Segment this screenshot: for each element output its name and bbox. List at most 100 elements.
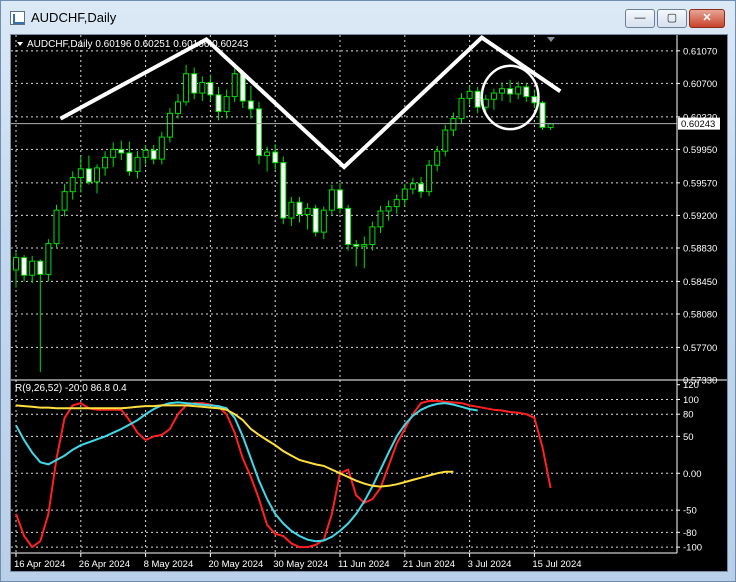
price-tick-label: 0.58450: [683, 277, 717, 288]
candle-body: [442, 129, 449, 152]
candle-body: [53, 209, 60, 245]
date-tick-label: 30 May 2024: [273, 559, 328, 570]
candle-body: [328, 189, 335, 211]
candle-body: [215, 94, 222, 113]
candle-body: [272, 151, 279, 164]
candle-body: [312, 207, 319, 233]
date-tick-label: 20 May 2024: [208, 559, 263, 570]
candle-body: [199, 82, 206, 94]
indicator-tick-label: 100: [683, 395, 699, 406]
shift-marker-icon[interactable]: [547, 37, 555, 42]
candle-body: [547, 123, 554, 128]
candle-body: [288, 201, 295, 219]
candle-body: [353, 243, 360, 247]
indicator-line: [15, 399, 552, 549]
indicator-tick-label: 50: [683, 432, 694, 443]
candle-body: [345, 207, 352, 245]
price-tick-label: 0.59570: [683, 178, 717, 189]
price-tick-label: 0.57700: [683, 343, 717, 354]
date-tick-label: 26 Apr 2024: [79, 559, 130, 570]
minimize-button[interactable]: —: [625, 9, 655, 28]
indicator-tick-label: -80: [683, 528, 697, 539]
price-tick-label: 0.61070: [683, 46, 717, 57]
collapse-triangle-icon[interactable]: [17, 42, 23, 46]
candle-body: [499, 88, 505, 94]
candle-body: [29, 260, 36, 276]
candle-body: [490, 92, 497, 100]
candle-body: [166, 112, 173, 138]
candle-body: [523, 86, 530, 98]
candle-body: [474, 90, 481, 108]
indicator-tick-label: -50: [683, 506, 697, 517]
chart-window-icon: [10, 11, 25, 25]
chart-window: AUDCHF,Daily — ▢ ✕ 0.610700.607000.60320…: [0, 0, 736, 582]
candle-body: [377, 210, 384, 228]
price-chart[interactable]: 0.610700.607000.603200.599500.595700.592…: [11, 35, 727, 571]
candle-body: [401, 188, 408, 201]
price-tick-label: 0.59200: [683, 211, 717, 222]
candle-body: [264, 151, 271, 157]
indicator-info-line: R(9,26,52) -20.0 86.8 0.4: [15, 383, 127, 394]
candle-body: [134, 156, 141, 172]
price-tick-label: 0.58080: [683, 309, 717, 320]
candle-body: [77, 168, 84, 179]
candle-body: [207, 82, 214, 96]
candle-body: [393, 199, 400, 208]
candle-body: [231, 73, 238, 98]
candle-body: [223, 96, 230, 113]
candle-body: [94, 167, 100, 183]
date-tick-label: 21 Jun 2024: [403, 559, 455, 570]
candle-body: [183, 73, 190, 103]
price-tick-label: 0.60700: [683, 79, 717, 90]
candle-body: [304, 207, 311, 216]
candle-body: [191, 73, 198, 94]
candle-body: [256, 108, 262, 157]
candle-body: [85, 168, 92, 183]
candle-body: [434, 150, 441, 166]
candle-body: [337, 189, 343, 209]
candle-body: [418, 183, 424, 193]
candle-body: [61, 191, 68, 211]
date-tick-label: 8 May 2024: [144, 559, 194, 570]
candle-body: [515, 86, 522, 95]
price-tick-label: 0.58830: [683, 243, 717, 254]
window-title: AUDCHF,Daily: [31, 10, 117, 25]
price-tick-label: 0.59950: [683, 145, 717, 156]
candle-body: [126, 152, 133, 172]
candle-body: [158, 136, 165, 160]
candle-body: [482, 98, 489, 108]
candle-body: [369, 226, 376, 245]
candle-body: [385, 206, 392, 212]
candle-body: [239, 73, 246, 102]
chart-area[interactable]: 0.610700.607000.603200.599500.595700.592…: [10, 34, 728, 572]
date-tick-label: 15 Jul 2024: [532, 559, 581, 570]
candle-body: [507, 88, 514, 95]
maximize-button[interactable]: ▢: [657, 9, 687, 28]
close-button[interactable]: ✕: [689, 9, 725, 28]
candle-body: [361, 243, 368, 247]
candle-body: [466, 90, 473, 99]
price-info-line: AUDCHF,Daily 0.60196 0.60251 0.60166 0.6…: [27, 39, 249, 50]
candle-body: [247, 100, 254, 110]
candle-body: [175, 101, 181, 114]
candle-body: [458, 97, 465, 120]
candle-body: [280, 162, 287, 219]
candle-body: [13, 257, 19, 271]
indicator-tick-label: 120: [683, 380, 699, 391]
candle-body: [37, 260, 44, 275]
candle-body: [450, 118, 457, 131]
candle-body: [102, 156, 109, 169]
candle-body: [110, 148, 117, 158]
candle-body: [426, 164, 433, 193]
indicator-tick-label: 80: [683, 410, 694, 421]
candle-body: [69, 177, 76, 193]
indicator-tick-label: -100: [683, 543, 702, 554]
candle-body: [320, 209, 327, 233]
candle-body: [45, 243, 52, 275]
candle-body: [296, 201, 303, 216]
title-bar[interactable]: AUDCHF,Daily — ▢ ✕: [1, 1, 735, 35]
indicator-tick-label: 0.00: [683, 469, 702, 480]
current-price-label: 0.60243: [681, 119, 715, 130]
date-tick-label: 11 Jun 2024: [338, 559, 390, 570]
candle-body: [531, 96, 538, 104]
